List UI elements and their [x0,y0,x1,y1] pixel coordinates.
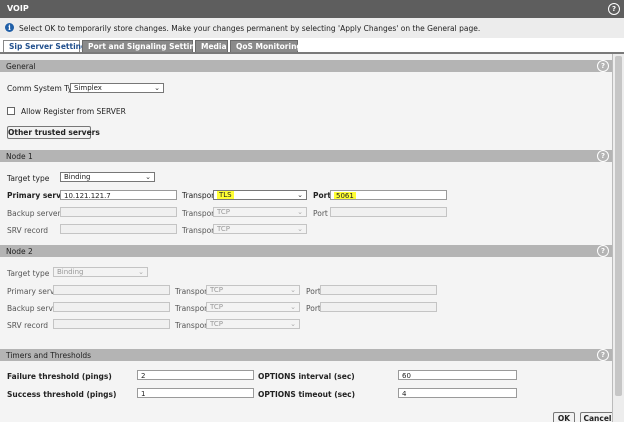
success-threshold-label: Success threshold (pings) [7,390,117,399]
target-type-value: Binding [64,173,91,181]
chevron-down-icon: ⌄ [290,286,296,294]
window-title: VOIP [7,4,29,13]
srv-transport-label: Transport [182,226,218,235]
target-type-label: Target type [7,269,50,278]
help-icon[interactable]: ? [597,60,609,72]
chevron-down-icon: ⌄ [290,303,296,311]
backup-transport-label: Transport [182,209,218,218]
section-header-node-2: Node 2 ? [0,245,612,257]
section-title: Timers and Thresholds [6,351,92,360]
backup-transport-value: TCP [210,303,223,311]
section-header-general: General ? [0,60,612,72]
primary-transport-select[interactable]: TCP ⌄ [206,285,300,295]
help-icon[interactable]: ? [597,349,609,361]
backup-transport-select[interactable]: TCP ⌄ [206,302,300,312]
srv-transport-select[interactable]: TCP ⌄ [213,224,307,234]
primary-transport-select[interactable]: TLS ⌄ [213,190,307,200]
tab-bar: Sip Server Settings Port and Signaling S… [0,38,624,54]
backup-port-input[interactable] [330,207,447,217]
cancel-button[interactable]: Cancel [580,412,612,422]
info-message: Select OK to temporarily store changes. … [19,24,481,33]
footer [0,422,624,433]
primary-port-label: Port [313,191,331,200]
help-icon[interactable]: ? [608,3,620,15]
srv-record-label: SRV record [7,321,49,330]
help-icon[interactable]: ? [597,150,609,162]
srv-record-label: SRV record [7,226,49,235]
primary-transport-value: TCP [210,286,223,294]
backup-transport-label: Transport [175,304,211,313]
options-timeout-input[interactable]: 4 [398,388,517,398]
allow-register-label: Allow Register from SERVER [21,107,126,116]
target-type-select[interactable]: Binding ⌄ [60,172,155,182]
section-title: Node 2 [6,247,33,256]
vertical-scrollbar[interactable] [613,54,624,422]
srv-transport-value: TCP [217,225,230,233]
help-icon[interactable]: ? [597,245,609,257]
tab-qos-monitoring[interactable]: QoS Monitoring [230,40,302,52]
backup-server-input[interactable] [53,302,170,312]
section-title: Node 1 [6,152,33,161]
chevron-down-icon: ⌄ [297,208,303,216]
ok-button[interactable]: OK [553,412,575,422]
other-trusted-servers-button[interactable]: Other trusted servers [7,126,100,139]
settings-content: General ? Comm System Type Simplex ⌄ All… [0,54,613,422]
success-threshold-input[interactable]: 1 [137,388,254,398]
info-icon: i [5,23,14,32]
chevron-down-icon: ⌄ [154,84,160,92]
tab-port-and-signaling-settings[interactable]: Port and Signaling Settings [82,40,205,52]
chevron-down-icon: ⌄ [145,173,151,181]
srv-record-input[interactable] [53,319,170,329]
comm-system-type-select[interactable]: Simplex ⌄ [70,83,164,93]
tab-media[interactable]: Media [195,40,228,52]
target-type-value: Binding [57,268,84,276]
backup-server-input[interactable] [60,207,177,217]
srv-transport-value: TCP [210,320,223,328]
backup-transport-select[interactable]: TCP ⌄ [213,207,307,217]
srv-record-input[interactable] [60,224,177,234]
title-bar: VOIP ? [0,0,624,18]
chevron-down-icon: ⌄ [138,268,144,276]
options-timeout-label: OPTIONS timeout (sec) [258,390,356,399]
chevron-down-icon: ⌄ [297,191,303,199]
scrollbar-thumb[interactable] [615,56,622,396]
backup-server-label: Backup server [7,209,61,218]
comm-system-type-value: Simplex [74,84,102,92]
info-bar: i Select OK to temporarily store changes… [0,18,624,39]
allow-register-checkbox[interactable] [7,107,15,115]
failure-threshold-input[interactable]: 2 [137,370,254,380]
target-type-label: Target type [7,174,50,183]
section-title: General [6,62,36,71]
target-type-select[interactable]: Binding ⌄ [53,267,148,277]
primary-port-label: Port [306,287,321,296]
backup-transport-value: TCP [217,208,230,216]
tab-sip-server-settings[interactable]: Sip Server Settings [3,40,91,52]
srv-transport-label: Transport [175,321,211,330]
options-interval-label: OPTIONS interval (sec) [258,372,355,381]
failure-threshold-label: Failure threshold (pings) [7,372,112,381]
srv-transport-select[interactable]: TCP ⌄ [206,319,300,329]
backup-port-input[interactable] [320,302,437,312]
primary-transport-value: TLS [217,191,234,199]
backup-port-label: Port [306,304,321,313]
chevron-down-icon: ⌄ [290,320,296,328]
chevron-down-icon: ⌄ [297,225,303,233]
primary-transport-label: Transport [182,191,218,200]
primary-transport-label: Transport [175,287,211,296]
primary-server-input[interactable] [53,285,170,295]
backup-port-label: Port [313,209,328,218]
primary-port-input[interactable]: 5061 [330,190,447,200]
section-header-node-1: Node 1 ? [0,150,612,162]
primary-port-input[interactable] [320,285,437,295]
primary-server-input[interactable]: 10.121.121.7 [60,190,177,200]
primary-port-value: 5061 [334,192,356,200]
options-interval-input[interactable]: 60 [398,370,517,380]
section-header-timers: Timers and Thresholds ? [0,349,612,361]
